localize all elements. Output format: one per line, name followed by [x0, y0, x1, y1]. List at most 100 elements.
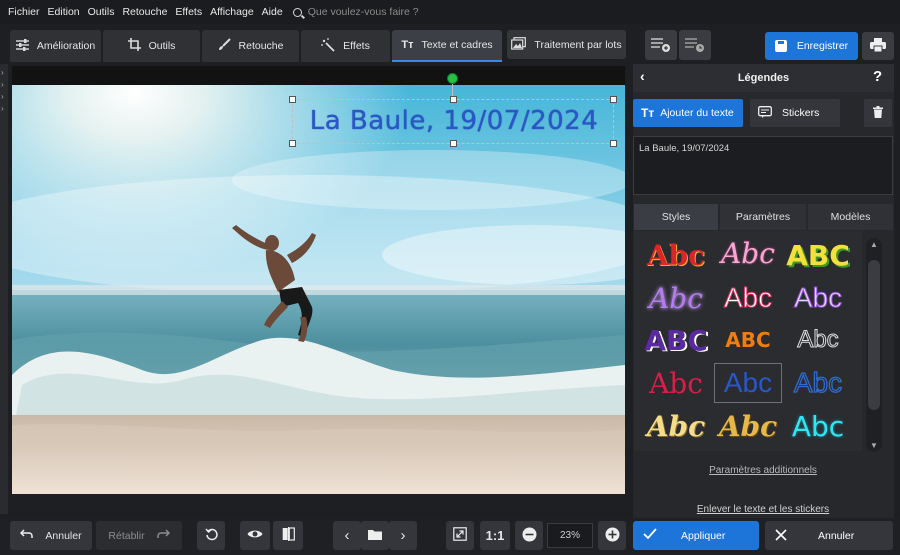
style-preset-10[interactable]: Abc — [642, 363, 710, 403]
preview-button[interactable] — [240, 521, 270, 550]
style-preset-8[interactable]: ABC — [714, 320, 782, 360]
style-preset-1[interactable]: Abc — [642, 235, 710, 275]
style-preset-2[interactable]: Abc — [714, 233, 782, 273]
preset-history-button[interactable] — [679, 30, 711, 60]
resize-handle-tl[interactable] — [289, 96, 296, 103]
menu-fichier[interactable]: Fichier — [8, 6, 40, 18]
fit-screen-button[interactable] — [446, 521, 474, 550]
resize-handle-br[interactable] — [610, 140, 617, 147]
tab-effets[interactable]: Effets — [301, 30, 390, 62]
scroll-down-icon[interactable]: ▼ — [870, 441, 878, 450]
tab-amelioration-label: Amélioration — [36, 40, 96, 52]
add-text-button[interactable]: Tт Ajouter du texte — [633, 99, 743, 127]
tab-traitement-lots[interactable]: Traitement par lots — [507, 30, 626, 59]
style-preset-3[interactable]: ABC — [784, 235, 852, 275]
undo-icon — [20, 529, 34, 542]
sliders-plus-icon — [651, 36, 671, 55]
apply-button[interactable]: Appliquer — [633, 521, 759, 550]
styles-scroll-thumb[interactable] — [868, 260, 880, 410]
help-button[interactable]: ? — [873, 68, 889, 88]
add-preset-button[interactable] — [645, 30, 677, 60]
save-button[interactable]: Enregistrer — [765, 32, 858, 60]
printer-icon — [870, 37, 886, 55]
resize-handle-bl[interactable] — [289, 140, 296, 147]
menu-effets[interactable]: Effets — [175, 6, 202, 18]
plus-circle-icon — [605, 527, 620, 545]
beach-photo[interactable] — [12, 85, 625, 494]
subtab-parametres[interactable]: Paramètres — [720, 204, 806, 230]
subtab-styles-label: Styles — [661, 211, 691, 223]
resize-handle-tr[interactable] — [610, 96, 617, 103]
style-preset-13[interactable]: Abc — [642, 406, 710, 446]
menu-affichage[interactable]: Affichage — [210, 6, 254, 18]
style-preset-7[interactable]: ABC — [642, 320, 710, 360]
open-folder-button[interactable] — [361, 521, 389, 550]
style-preset-6[interactable]: Abc — [784, 278, 852, 318]
remove-text-stickers-link[interactable]: Enlever le texte et les stickers — [633, 504, 893, 515]
subtab-parametres-label: Paramètres — [735, 211, 791, 223]
zoom-level-field[interactable]: 23% — [547, 523, 593, 548]
menu-outils[interactable]: Outils — [88, 6, 115, 18]
search-box — [292, 6, 468, 18]
brush-icon — [218, 38, 231, 54]
delete-button[interactable] — [864, 99, 892, 127]
style-preset-14[interactable]: Abc — [714, 406, 782, 446]
chevron-right-icon: › — [1, 68, 4, 77]
tab-retouche[interactable]: Retouche — [202, 30, 299, 62]
back-chevron-icon[interactable]: ‹ — [640, 68, 656, 88]
panel-title: Légendes — [737, 72, 790, 84]
apply-label: Appliquer — [681, 529, 726, 542]
cancel-button[interactable]: Annuler — [765, 521, 893, 550]
caption-text[interactable]: La Baule, 19/07/2024 — [293, 106, 615, 136]
search-icon — [292, 7, 302, 17]
menu-edition[interactable]: Edition — [48, 6, 80, 18]
caption-text-input[interactable]: La Baule, 19/07/2024 — [633, 136, 893, 195]
actual-size-button[interactable]: 1:1 — [480, 521, 510, 550]
subtab-styles[interactable]: Styles — [634, 204, 718, 230]
undo-button[interactable]: Annuler — [10, 521, 92, 550]
tab-texte-cadres[interactable]: Tт Texte et cadres — [392, 30, 502, 62]
checkmark-icon — [643, 528, 657, 543]
subtab-modeles[interactable]: Modèles — [808, 204, 893, 230]
sliders-icon — [15, 38, 29, 54]
style-preset-9[interactable]: Abc — [784, 320, 852, 360]
tab-texte-label: Texte et cadres — [421, 39, 493, 51]
resize-handle-t[interactable] — [450, 96, 457, 103]
redo-label: Rétablir — [108, 529, 145, 542]
caption-selection-box[interactable]: La Baule, 19/07/2024 — [289, 96, 617, 147]
menu-aide[interactable]: Aide — [262, 6, 283, 18]
style-preset-5[interactable]: Abc — [714, 278, 782, 318]
compare-button[interactable] — [273, 521, 303, 550]
text-tt-icon: Tт — [641, 106, 655, 120]
next-image-chevron-icon[interactable]: › — [389, 521, 417, 550]
chevron-right-icon: › — [1, 92, 4, 101]
previous-image-chevron-icon[interactable]: ‹ — [333, 521, 361, 550]
tab-amelioration[interactable]: Amélioration — [10, 30, 101, 62]
close-icon — [775, 529, 787, 544]
style-preset-4[interactable]: Abc — [642, 278, 710, 318]
stickers-button[interactable]: Stickers — [750, 99, 840, 127]
additional-params-link[interactable]: Paramètres additionnels — [633, 465, 893, 476]
redo-icon — [156, 529, 170, 542]
menu-retouche[interactable]: Retouche — [122, 6, 167, 18]
search-input[interactable] — [307, 6, 468, 18]
style-preset-15[interactable]: Abc — [784, 406, 852, 446]
zoom-in-button[interactable] — [598, 521, 626, 550]
add-text-label: Ajouter du texte — [660, 107, 734, 119]
redo-button[interactable]: Rétablir — [96, 521, 182, 550]
compare-icon — [282, 527, 295, 544]
save-button-label: Enregistrer — [796, 40, 849, 52]
rotate-handle[interactable] — [447, 73, 458, 84]
tab-lots-label: Traitement par lots — [534, 38, 622, 51]
eye-icon — [247, 529, 263, 542]
resize-handle-b[interactable] — [450, 140, 457, 147]
side-collapse-strip[interactable]: › › › › — [0, 64, 8, 514]
panel-header: Légendes — [633, 64, 894, 92]
style-preset-12[interactable]: Abc — [784, 363, 852, 403]
style-preset-11-selected[interactable]: Abc — [714, 363, 782, 403]
scroll-up-icon[interactable]: ▲ — [870, 240, 878, 249]
reset-button[interactable] — [197, 521, 225, 550]
tab-outils[interactable]: Outils — [103, 30, 200, 62]
zoom-out-button[interactable] — [515, 521, 543, 550]
print-button[interactable] — [862, 32, 894, 60]
